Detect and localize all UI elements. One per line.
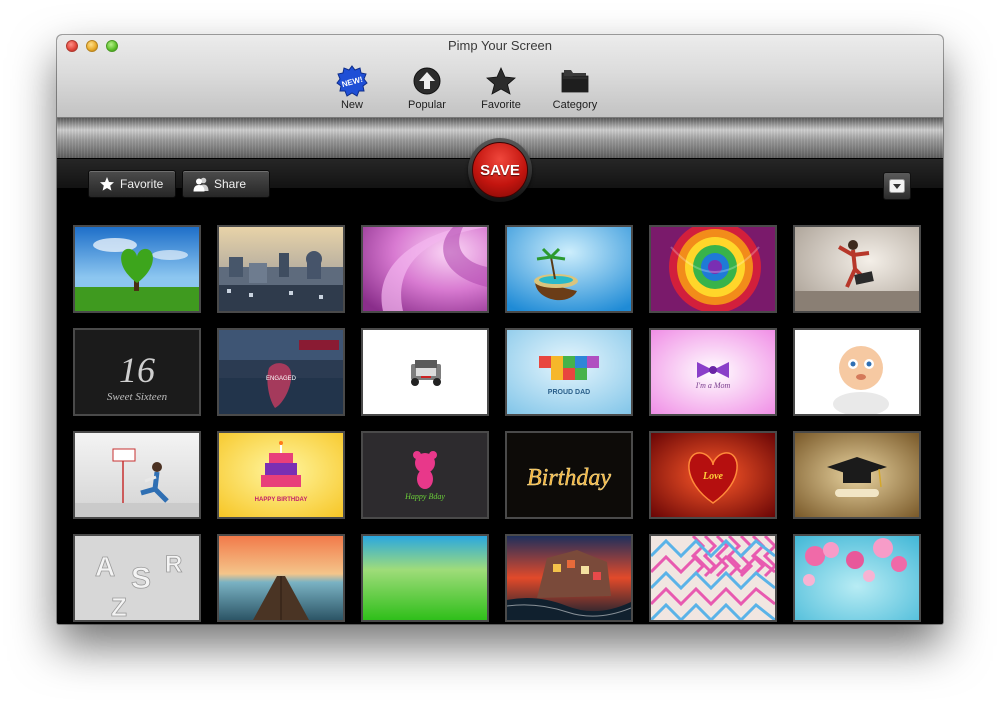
wallpaper-thumbnail[interactable] — [73, 431, 201, 519]
svg-text:Love: Love — [702, 471, 724, 482]
svg-text:A: A — [95, 551, 115, 582]
birthday-cake-image: HAPPY BIRTHDAY — [219, 433, 343, 517]
toolbar-category[interactable]: Category — [540, 65, 610, 113]
wallpaper-thumbnail[interactable] — [649, 225, 777, 313]
pier-sunset-image — [219, 536, 343, 620]
favorite-button-label: Favorite — [120, 177, 164, 191]
wallpaper-thumbnail[interactable] — [361, 328, 489, 416]
pink-blossoms-image — [795, 536, 919, 620]
share-button[interactable]: Share — [182, 170, 270, 198]
save-button[interactable]: SAVE — [472, 142, 528, 198]
svg-text:16: 16 — [119, 350, 155, 390]
options-dropdown-button[interactable] — [883, 172, 911, 200]
wallpaper-thumbnail[interactable] — [361, 534, 489, 622]
window-title: Pimp Your Screen — [447, 38, 553, 53]
wallpaper-thumbnail[interactable] — [361, 225, 489, 313]
titlebar: Pimp Your Screen NEW! New Popular Favori… — [57, 35, 943, 118]
wallpaper-thumbnail[interactable] — [217, 225, 345, 313]
sparkler-lettering-image: Birthday — [507, 433, 631, 517]
svg-text:I'm a Mom: I'm a Mom — [695, 381, 731, 390]
star-icon — [100, 177, 114, 191]
wallpaper-thumbnail[interactable]: A S R Z — [73, 534, 201, 622]
app-window: Pimp Your Screen NEW! New Popular Favori… — [57, 35, 943, 624]
toolbar-popular-label: Popular — [408, 99, 446, 111]
sweet-sixteen-image: 16 Sweet Sixteen — [75, 330, 199, 414]
wallpaper-thumbnail[interactable]: ENGAGED — [217, 328, 345, 416]
wallpaper-thumbnail[interactable] — [73, 225, 201, 313]
wallpaper-thumbnail[interactable] — [793, 225, 921, 313]
rainbow-rose-image — [651, 227, 775, 311]
svg-text:PROUD DAD: PROUD DAD — [548, 389, 590, 396]
wallpaper-thumbnail[interactable]: PROUD DAD — [505, 328, 633, 416]
city-rooftops-image — [219, 227, 343, 311]
graduation-cap-image — [795, 433, 919, 517]
wallpaper-thumbnail[interactable]: Happy Bday — [361, 431, 489, 519]
svg-text:Z: Z — [111, 592, 127, 620]
share-button-label: Share — [214, 177, 247, 191]
white-3d-letters-image: A S R Z — [75, 536, 199, 620]
svg-text:R: R — [165, 551, 182, 578]
wallpaper-thumbnail[interactable]: 16 Sweet Sixteen — [73, 328, 201, 416]
svg-text:Sweet Sixteen: Sweet Sixteen — [107, 391, 168, 403]
wallpaper-thumbnail[interactable] — [505, 225, 633, 313]
star-icon — [486, 67, 516, 95]
graffiti-dancer-image — [795, 227, 919, 311]
pink-swirl-image — [363, 227, 487, 311]
red-love-heart-image: Love — [651, 433, 775, 517]
cartoon-baby-image — [795, 330, 919, 414]
zigzag-pattern-image — [651, 536, 775, 620]
wallpaper-thumbnail[interactable] — [793, 328, 921, 416]
wallpaper-thumbnail[interactable]: I'm a Mom — [649, 328, 777, 416]
svg-text:S: S — [131, 562, 151, 595]
green-gradient-image — [363, 536, 487, 620]
seaside-village-image — [507, 536, 631, 620]
pink-bear-image: Happy Bday — [363, 433, 487, 517]
wallpaper-thumbnail[interactable] — [505, 534, 633, 622]
new-badge-icon: NEW! — [336, 65, 368, 97]
toolbar-favorite[interactable]: Favorite — [466, 65, 536, 113]
svg-text:Birthday: Birthday — [527, 465, 611, 491]
toolbar-popular[interactable]: Popular — [392, 65, 462, 113]
coconut-island-image — [507, 227, 631, 311]
wallpaper-thumbnail[interactable] — [649, 534, 777, 622]
wallpaper-thumbnail[interactable] — [793, 534, 921, 622]
toolbar-new[interactable]: NEW! New — [317, 65, 387, 113]
toolbar-category-label: Category — [552, 99, 598, 111]
svg-text:Happy Bday: Happy Bday — [404, 492, 445, 501]
engaged-hands-image: ENGAGED — [219, 330, 343, 414]
heart-tree-image — [75, 227, 199, 311]
favorite-button[interactable]: Favorite — [88, 170, 176, 198]
proud-dad-blocks-image: PROUD DAD — [507, 330, 631, 414]
wallpaper-thumbnail[interactable] — [793, 431, 921, 519]
people-icon — [193, 177, 209, 192]
wallpaper-thumbnail[interactable]: Birthday — [505, 431, 633, 519]
wallpaper-thumbnail[interactable] — [217, 534, 345, 622]
toy-jeep-image — [363, 330, 487, 414]
save-button-bezel: SAVE — [468, 138, 532, 202]
man-with-sign-image — [75, 433, 199, 517]
svg-text:HAPPY BIRTHDAY: HAPPY BIRTHDAY — [255, 497, 308, 503]
svg-text:ENGAGED: ENGAGED — [266, 376, 297, 382]
folder-icon — [561, 70, 589, 93]
wallpaper-thumbnail[interactable]: Love — [649, 431, 777, 519]
chevron-down-icon — [889, 179, 905, 193]
toolbar-new-label: New — [340, 99, 363, 111]
toolbar-favorite-label: Favorite — [481, 99, 521, 111]
pink-bow-image: I'm a Mom — [651, 330, 775, 414]
wallpaper-thumbnail[interactable]: HAPPY BIRTHDAY — [217, 431, 345, 519]
up-arrow-circle-icon — [413, 67, 441, 95]
